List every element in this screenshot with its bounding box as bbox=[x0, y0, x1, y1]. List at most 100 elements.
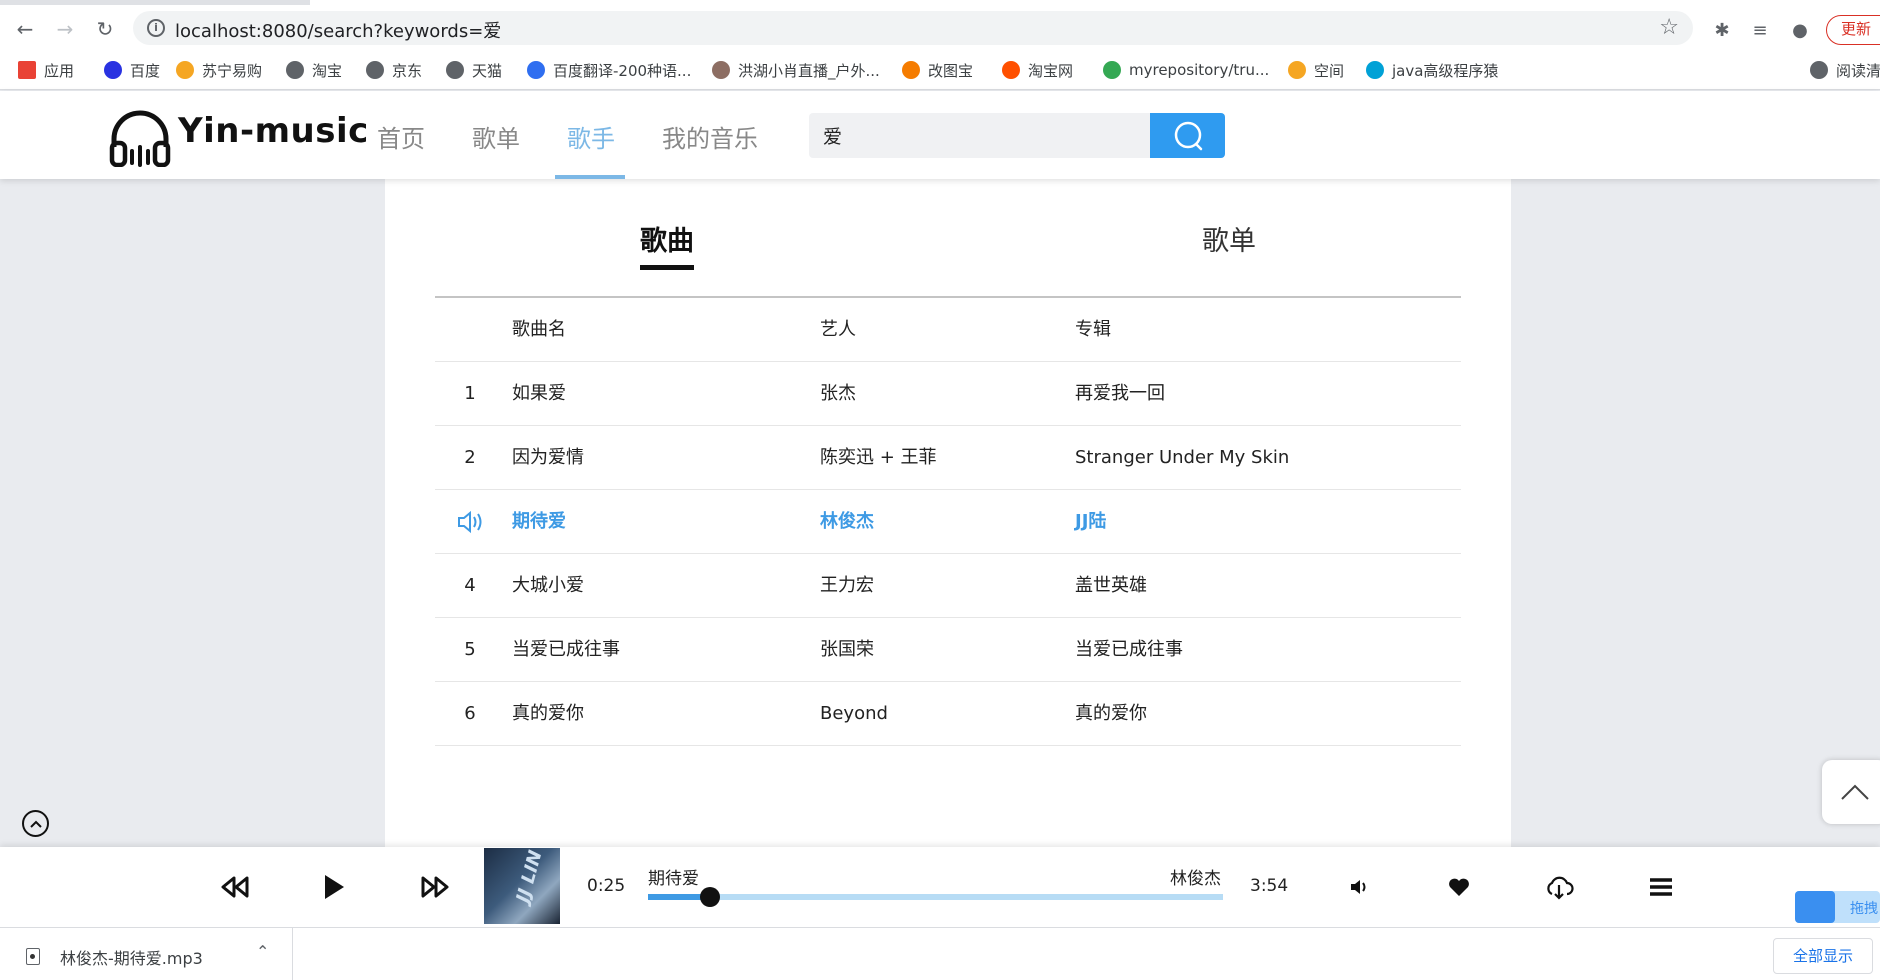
bookmark-item[interactable]: 空间 bbox=[1288, 60, 1344, 80]
song-name[interactable]: 如果爱 bbox=[512, 362, 566, 426]
download-file-name: 林俊杰-期待爱.mp3 bbox=[60, 949, 203, 968]
cloud-icon bbox=[1795, 891, 1835, 923]
bookmark-item[interactable]: 改图宝 bbox=[902, 60, 973, 80]
bookmark-item[interactable]: 应用 bbox=[18, 60, 74, 80]
bookmark-item[interactable]: 淘宝 bbox=[286, 60, 342, 80]
back-icon[interactable]: ← bbox=[10, 15, 40, 43]
bookmark-item[interactable]: 京东 bbox=[366, 60, 422, 80]
song-artist: 陈奕迅 + 王菲 bbox=[820, 447, 937, 468]
bookmark-label: myrepository/tru... bbox=[1129, 61, 1270, 79]
tab-songs[interactable]: 歌曲 bbox=[640, 219, 694, 258]
song-artist: 张国荣 bbox=[820, 639, 874, 660]
bookmark-star-icon[interactable]: ☆ bbox=[1659, 15, 1679, 40]
bookmark-label: java高级程序猿 bbox=[1392, 61, 1499, 80]
cover-art-text: JJ LIN bbox=[512, 848, 547, 905]
profile-avatar-icon[interactable]: ● bbox=[1788, 19, 1812, 43]
table-row[interactable]: 4 大城小爱 王力宏 盖世英雄 bbox=[435, 554, 1461, 618]
chevron-up-icon[interactable]: ⌃ bbox=[256, 942, 269, 961]
nav-my-music[interactable]: 我的音乐 bbox=[662, 119, 758, 154]
table-row[interactable]: 1 如果爱 张杰 再爱我一回 bbox=[435, 362, 1461, 426]
bookmark-label: 应用 bbox=[44, 61, 75, 80]
song-name[interactable]: 当爱已成往事 bbox=[512, 618, 620, 682]
bookmark-favicon-icon bbox=[1103, 61, 1121, 79]
back-to-top-button[interactable] bbox=[1822, 760, 1880, 824]
bookmark-favicon-icon bbox=[1810, 61, 1828, 79]
audio-file-icon bbox=[26, 948, 40, 965]
tab-playlists[interactable]: 歌单 bbox=[1202, 219, 1256, 258]
progress-bar[interactable] bbox=[648, 887, 1223, 907]
current-time: 0:25 bbox=[587, 876, 626, 896]
bookmark-item[interactable]: 淘宝网 bbox=[1002, 60, 1073, 80]
song-table: 歌曲名 艺人 专辑 1 如果爱 张杰 再爱我一回 2 因为爱情 陈奕迅 + 王菲 Strang… bbox=[435, 298, 1461, 746]
next-track-icon[interactable] bbox=[420, 873, 450, 901]
media-control-icon[interactable]: ≡ bbox=[1748, 19, 1772, 43]
bookmark-item[interactable]: 百度 bbox=[104, 60, 160, 80]
volume-icon[interactable] bbox=[1348, 875, 1372, 899]
extensions-icon[interactable]: ✱ bbox=[1710, 19, 1734, 43]
progress-handle[interactable] bbox=[699, 887, 720, 907]
song-name[interactable]: 因为爱情 bbox=[512, 426, 584, 490]
update-button[interactable]: 更新 bbox=[1826, 15, 1880, 45]
play-icon[interactable] bbox=[320, 871, 348, 903]
bookmark-favicon-icon bbox=[1366, 61, 1384, 79]
baidu-netdisk-widget[interactable]: 拖拽 bbox=[1795, 891, 1880, 923]
search-input[interactable] bbox=[809, 113, 1151, 158]
song-name[interactable]: 期待爱 bbox=[512, 490, 566, 554]
bookmark-item[interactable]: 洪湖小肖直播_户外... bbox=[712, 60, 880, 80]
previous-track-icon[interactable] bbox=[220, 873, 250, 901]
nav-playlists[interactable]: 歌单 bbox=[472, 119, 520, 154]
show-all-downloads-button[interactable]: 全部显示 bbox=[1773, 938, 1873, 974]
bookmark-item[interactable]: 阅读清 bbox=[1810, 60, 1880, 80]
active-tab-indicator bbox=[640, 265, 694, 270]
address-bar[interactable]: i localhost:8080/search?keywords=爱 ☆ bbox=[133, 11, 1693, 45]
bookmark-favicon-icon bbox=[366, 61, 384, 79]
bookmark-label: 天猫 bbox=[472, 61, 503, 80]
album-cover[interactable]: JJ LIN bbox=[484, 848, 560, 924]
bookmark-item[interactable]: java高级程序猿 bbox=[1366, 60, 1498, 80]
like-heart-icon[interactable] bbox=[1446, 875, 1472, 899]
nav-singers[interactable]: 歌手 bbox=[567, 119, 615, 154]
bookmark-item[interactable]: 百度翻译-200种语... bbox=[527, 60, 691, 80]
total-duration: 3:54 bbox=[1250, 876, 1289, 896]
playlist-menu-icon[interactable] bbox=[1648, 875, 1674, 899]
bookmark-label: 洪湖小肖直播_户外... bbox=[738, 61, 880, 80]
bookmark-label: 京东 bbox=[392, 61, 423, 80]
search-button[interactable] bbox=[1150, 113, 1225, 158]
table-header-row: 歌曲名 艺人 专辑 bbox=[435, 298, 1461, 362]
bookmark-label: 百度 bbox=[130, 61, 161, 80]
search-icon bbox=[1174, 121, 1202, 150]
bookmark-favicon-icon bbox=[104, 61, 122, 79]
bookmark-favicon-icon bbox=[286, 61, 304, 79]
site-info-icon[interactable]: i bbox=[147, 19, 165, 37]
bookmark-label: 淘宝 bbox=[312, 61, 343, 80]
song-index: 1 bbox=[464, 383, 476, 404]
app-header: Yin-music 首页 歌单 歌手 我的音乐 bbox=[0, 91, 1880, 179]
download-item[interactable]: 林俊杰-期待爱.mp3 ⌃ bbox=[0, 928, 293, 980]
bookmark-favicon-icon bbox=[1002, 61, 1020, 79]
bookmark-item[interactable]: myrepository/tru... bbox=[1103, 60, 1269, 80]
bookmark-favicon-icon bbox=[902, 61, 920, 79]
song-name[interactable]: 大城小爱 bbox=[512, 554, 584, 618]
download-cloud-icon[interactable] bbox=[1544, 873, 1574, 901]
search-results-panel: 歌曲 歌单 歌曲名 艺人 专辑 1 如果爱 张杰 再爱我一回 2 因为爱情 陈奕迅 + 王菲… bbox=[385, 179, 1511, 847]
forward-icon[interactable]: → bbox=[50, 15, 80, 43]
app-logo-text[interactable]: Yin-music bbox=[178, 111, 369, 151]
bookmark-item[interactable]: 天猫 bbox=[446, 60, 502, 80]
baidu-widget-label: 拖拽 bbox=[1850, 901, 1878, 917]
browser-toolbar: ← → ↻ i localhost:8080/search?keywords=爱… bbox=[0, 5, 1880, 50]
bookmark-item[interactable]: 苏宁易购 bbox=[176, 60, 262, 80]
table-row[interactable]: 5 当爱已成往事 张国荣 当爱已成往事 bbox=[435, 618, 1461, 682]
nav-home[interactable]: 首页 bbox=[377, 119, 425, 154]
song-name[interactable]: 真的爱你 bbox=[512, 682, 584, 746]
headphones-logo-icon bbox=[108, 107, 172, 167]
table-row[interactable]: 期待爱 林俊杰 JJ陆 bbox=[435, 490, 1461, 554]
table-row[interactable]: 2 因为爱情 陈奕迅 + 王菲 Stranger Under My Skin bbox=[435, 426, 1461, 490]
bookmark-label: 淘宝网 bbox=[1028, 61, 1074, 80]
bookmark-label: 百度翻译-200种语... bbox=[553, 61, 692, 80]
bookmark-label: 改图宝 bbox=[928, 61, 974, 80]
reload-icon[interactable]: ↻ bbox=[90, 15, 120, 43]
bookmark-favicon-icon bbox=[712, 61, 730, 79]
collapse-player-button[interactable] bbox=[22, 810, 49, 837]
table-row[interactable]: 6 真的爱你 Beyond 真的爱你 bbox=[435, 682, 1461, 746]
bookmark-label: 苏宁易购 bbox=[202, 61, 263, 80]
